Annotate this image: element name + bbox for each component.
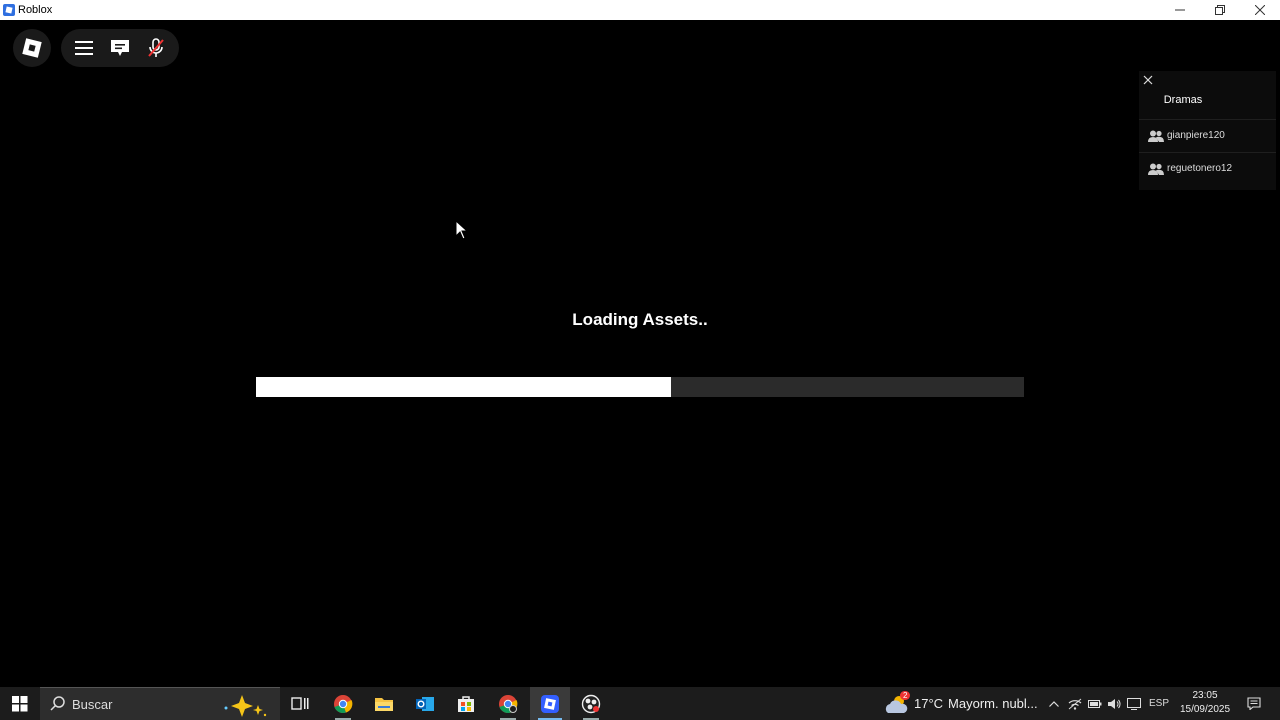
loading-text: Loading Assets.. <box>572 310 708 329</box>
battery-icon <box>1088 699 1102 708</box>
store-icon <box>458 695 474 712</box>
chrome-icon <box>334 694 353 713</box>
display-button[interactable] <box>1125 687 1143 720</box>
show-hidden-icons-button[interactable] <box>1045 687 1063 720</box>
notification-icon <box>1247 697 1261 710</box>
folder-icon <box>375 697 393 711</box>
roblox-menu-button[interactable] <box>13 29 51 67</box>
taskbar-roblox[interactable] <box>530 687 570 720</box>
outlook-icon <box>416 696 434 711</box>
muted-microphone-icon <box>148 38 164 57</box>
close-panel-button[interactable] <box>1143 73 1153 88</box>
taskbar-clock[interactable]: 23:05 15/09/2025 <box>1170 689 1240 717</box>
minimize-icon <box>1175 9 1185 11</box>
chat-button[interactable] <box>105 33 135 63</box>
weather-temperature: 17°C <box>914 696 944 711</box>
taskbar-chrome-profile[interactable] <box>488 687 528 720</box>
hamburger-icon <box>75 41 93 55</box>
taskbar: Buscar 2 17°C Mayorm. nubl... ESP 23:05 … <box>0 687 1280 720</box>
loading-progress-fill <box>256 377 671 397</box>
chevron-up-icon <box>1049 700 1059 707</box>
network-button[interactable] <box>1066 687 1084 720</box>
taskbar-outlook[interactable] <box>405 687 445 720</box>
microphone-button[interactable] <box>141 33 171 63</box>
window-title: Roblox <box>18 4 53 16</box>
mouse-cursor-icon <box>455 219 469 245</box>
speaker-icon <box>1108 698 1121 709</box>
restore-button[interactable] <box>1200 0 1240 20</box>
taskbar-file-explorer[interactable] <box>364 687 404 720</box>
weather-widget[interactable]: 2 17°C Mayorm. nubl... <box>884 687 1038 720</box>
player-name: reguetonero12 <box>1167 163 1233 174</box>
hamburger-menu-button[interactable] <box>69 33 99 63</box>
volume-button[interactable] <box>1105 687 1123 720</box>
taskbar-chrome[interactable] <box>323 687 363 720</box>
notifications-button[interactable] <box>1243 687 1265 720</box>
window-titlebar: Roblox <box>0 0 1280 20</box>
search-placeholder: Buscar <box>72 696 113 712</box>
roblox-icon <box>541 694 559 713</box>
copilot-sparkle-icon <box>224 695 267 717</box>
wifi-icon <box>1068 698 1082 710</box>
roblox-app-icon <box>3 4 15 16</box>
roblox-topbar <box>13 29 179 67</box>
restore-icon <box>1215 5 1225 15</box>
taskbar-store[interactable] <box>446 687 486 720</box>
game-viewport: Loading Assets.. Dramas gianpiere120 reg… <box>0 20 1280 687</box>
close-icon <box>1255 5 1265 15</box>
player-name: gianpiere120 <box>1167 130 1225 141</box>
taskbar-search-box[interactable]: Buscar <box>40 687 280 720</box>
close-icon <box>1143 75 1153 85</box>
start-button[interactable] <box>0 687 40 720</box>
player-row[interactable]: gianpiere120 <box>1139 119 1276 151</box>
taskbar-obs[interactable] <box>571 687 611 720</box>
chrome-icon <box>499 694 518 713</box>
battery-button[interactable] <box>1086 687 1104 720</box>
minimize-button[interactable] <box>1160 0 1200 20</box>
panel-heading: Dramas <box>1163 94 1203 106</box>
task-view-icon <box>291 696 309 710</box>
search-icon <box>50 696 65 711</box>
roblox-logo-icon <box>22 38 42 58</box>
loading-progress-bar <box>256 377 1024 397</box>
chat-icon <box>111 40 129 56</box>
player-list-panel: Dramas gianpiere120 reguetonero12 <box>1139 71 1276 190</box>
clock-date: 15/09/2025 <box>1179 704 1231 715</box>
close-window-button[interactable] <box>1240 0 1280 20</box>
windows-logo-icon <box>12 695 28 711</box>
friends-icon <box>1148 130 1164 142</box>
monitor-icon <box>1127 697 1141 710</box>
friends-icon <box>1148 163 1164 175</box>
topbar-controls <box>61 29 179 67</box>
clock-time: 23:05 <box>1192 690 1218 701</box>
task-view-button[interactable] <box>280 687 320 720</box>
input-language-button[interactable]: ESP <box>1146 687 1172 720</box>
obs-icon <box>581 694 601 713</box>
weather-description: Mayorm. nubl... <box>948 696 1038 711</box>
player-row[interactable]: reguetonero12 <box>1139 152 1276 184</box>
